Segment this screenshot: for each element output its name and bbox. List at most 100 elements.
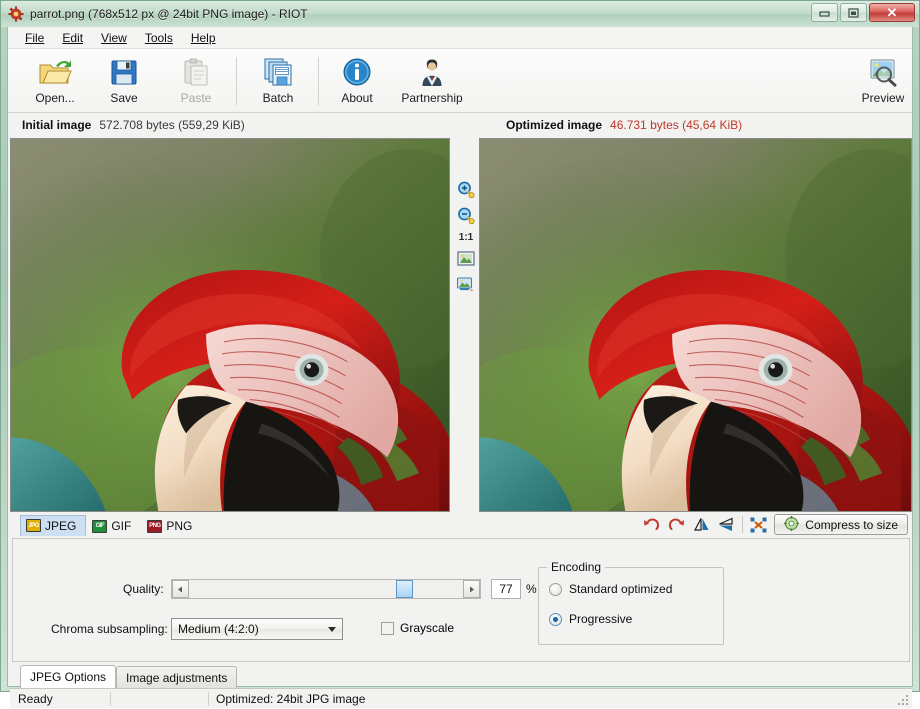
menu-tools[interactable]: Tools bbox=[136, 29, 182, 47]
menu-help-label: Help bbox=[190, 30, 216, 45]
resize-grip[interactable] bbox=[897, 694, 909, 706]
initial-image-size: 572.708 bytes (559,29 KiB) bbox=[99, 118, 245, 132]
menu-help[interactable]: Help bbox=[182, 29, 225, 47]
tab-jpeg-options[interactable]: JPEG Options bbox=[20, 665, 117, 688]
application-window: parrot.png (768x512 px @ 24bit PNG image… bbox=[0, 0, 920, 708]
main-toolbar: Open... Save Paste Batch About Partnersh… bbox=[8, 49, 912, 113]
quality-percent-label: % bbox=[526, 582, 537, 596]
info-circle-icon bbox=[342, 55, 372, 88]
close-button[interactable]: ✕ bbox=[869, 3, 915, 22]
slider-decrement-button[interactable] bbox=[172, 580, 189, 598]
paste-button[interactable]: Paste bbox=[163, 52, 229, 110]
menu-file-label: File bbox=[25, 30, 45, 45]
zoom-ratio-label[interactable]: 1:1 bbox=[459, 232, 473, 243]
menu-bar: File Edit View Tools Help bbox=[8, 27, 912, 49]
tab-png[interactable]: PNG PNG bbox=[141, 515, 202, 536]
bottom-tab-bar: JPEG Options Image adjustments bbox=[12, 664, 910, 688]
toolbar-separator bbox=[236, 57, 237, 105]
partnership-button[interactable]: Partnership bbox=[386, 52, 478, 110]
preview-magnifier-icon bbox=[867, 55, 899, 88]
menu-edit-label: Edit bbox=[62, 30, 84, 45]
encoding-standard-optimized-row[interactable]: Standard optimized bbox=[549, 582, 672, 596]
parrot-photo-original bbox=[11, 139, 449, 511]
chevron-down-icon bbox=[328, 627, 336, 632]
compress-to-size-label: Compress to size bbox=[805, 517, 898, 532]
chroma-subsampling-select[interactable]: Medium (4:2:0) bbox=[171, 618, 343, 640]
encoding-groupbox: Encoding Standard optimized Progressive bbox=[538, 560, 724, 645]
client-area: File Edit View Tools Help Open... Save P… bbox=[7, 27, 913, 708]
riot-logo-icon bbox=[8, 6, 24, 22]
quality-slider[interactable] bbox=[171, 579, 481, 599]
quality-input[interactable]: 77 bbox=[491, 579, 521, 599]
status-divider-1 bbox=[110, 692, 111, 706]
image-operations: Compress to size bbox=[642, 514, 908, 535]
ops-separator bbox=[742, 516, 744, 533]
rotate-left-icon[interactable] bbox=[642, 515, 661, 534]
open-button-label: Open... bbox=[35, 91, 75, 105]
tab-jpeg[interactable]: JPG JPEG bbox=[20, 515, 87, 536]
status-ready: Ready bbox=[18, 691, 53, 706]
initial-image-preview[interactable] bbox=[10, 138, 450, 512]
window-controls: ✕ bbox=[811, 3, 915, 22]
status-optimized-format: Optimized: 24bit JPG image bbox=[216, 691, 366, 706]
parrot-photo-optimized bbox=[480, 139, 911, 511]
preview-button[interactable]: Preview bbox=[854, 52, 912, 110]
optimized-image-info: Optimized image 46.731 bytes (45,64 KiB) bbox=[506, 118, 742, 132]
initial-image-info: Initial image 572.708 bytes (559,29 KiB) bbox=[22, 118, 245, 132]
quality-value: 77 bbox=[499, 582, 513, 596]
standard-optimized-radio[interactable] bbox=[549, 582, 562, 596]
window-title: parrot.png (768x512 px @ 24bit PNG image… bbox=[30, 7, 308, 21]
actual-size-icon[interactable] bbox=[456, 275, 476, 295]
transform-handles-icon[interactable] bbox=[749, 515, 768, 534]
toolbar-separator-2 bbox=[318, 57, 319, 105]
chroma-subsampling-label: Chroma subsampling: bbox=[51, 622, 168, 636]
grayscale-label: Grayscale bbox=[400, 621, 455, 635]
open-button[interactable]: Open... bbox=[22, 52, 88, 110]
flip-horizontal-icon[interactable] bbox=[692, 515, 711, 534]
tab-gif[interactable]: GIF GIF bbox=[86, 515, 141, 536]
slider-increment-button[interactable] bbox=[463, 580, 480, 598]
menu-edit[interactable]: Edit bbox=[53, 29, 92, 47]
optimized-image-label: Optimized image bbox=[506, 118, 603, 132]
batch-stack-icon bbox=[262, 55, 294, 88]
optimized-image-preview[interactable] bbox=[479, 138, 912, 512]
png-file-icon: PNG bbox=[147, 519, 163, 533]
jpeg-options-panel: Quality: 77 % Chroma subsampling: Medium… bbox=[12, 538, 910, 662]
businessman-icon bbox=[418, 55, 446, 88]
clipboard-paste-icon bbox=[182, 55, 210, 88]
about-button[interactable]: About bbox=[328, 52, 386, 110]
zoom-in-icon[interactable] bbox=[456, 180, 476, 200]
save-button[interactable]: Save bbox=[93, 52, 155, 110]
encoding-legend: Encoding bbox=[547, 560, 606, 574]
compress-to-size-button[interactable]: Compress to size bbox=[774, 514, 908, 535]
grayscale-checkbox[interactable] bbox=[381, 621, 394, 635]
jpeg-file-icon: JPG bbox=[26, 519, 41, 532]
batch-button[interactable]: Batch bbox=[248, 52, 308, 110]
menu-tools-label: Tools bbox=[144, 30, 173, 45]
rotate-right-icon[interactable] bbox=[667, 515, 686, 534]
maximize-button[interactable] bbox=[840, 3, 867, 22]
tab-image-adjustments[interactable]: Image adjustments bbox=[116, 666, 238, 688]
fit-to-window-icon[interactable] bbox=[456, 249, 476, 269]
progressive-radio[interactable] bbox=[549, 612, 562, 626]
minimize-button[interactable] bbox=[811, 3, 838, 22]
encoding-progressive-row[interactable]: Progressive bbox=[549, 612, 632, 626]
optimized-image-size: 46.731 bytes (45,64 KiB) bbox=[610, 118, 743, 132]
grayscale-checkbox-row[interactable]: Grayscale bbox=[381, 621, 454, 635]
progressive-label: Progressive bbox=[569, 612, 633, 626]
slider-thumb[interactable] bbox=[395, 580, 413, 598]
zoom-toolbar: 1:1 bbox=[454, 138, 478, 512]
menu-view[interactable]: View bbox=[92, 29, 136, 47]
slider-rail[interactable] bbox=[189, 580, 463, 598]
partnership-button-label: Partnership bbox=[401, 91, 463, 105]
flip-vertical-icon[interactable] bbox=[717, 515, 736, 534]
zoom-out-icon[interactable] bbox=[456, 206, 476, 226]
title-bar: parrot.png (768x512 px @ 24bit PNG image… bbox=[1, 1, 919, 27]
format-tabs: JPG JPEG GIF GIF PNG PNG bbox=[20, 515, 202, 536]
compress-gear-icon bbox=[784, 515, 800, 534]
close-icon: ✕ bbox=[886, 5, 898, 20]
status-bar: Ready Optimized: 24bit JPG image bbox=[10, 688, 912, 708]
format-tab-row: JPG JPEG GIF GIF PNG PNG Compress to siz… bbox=[10, 513, 912, 538]
about-button-label: About bbox=[341, 91, 373, 105]
menu-file[interactable]: File bbox=[16, 29, 53, 47]
